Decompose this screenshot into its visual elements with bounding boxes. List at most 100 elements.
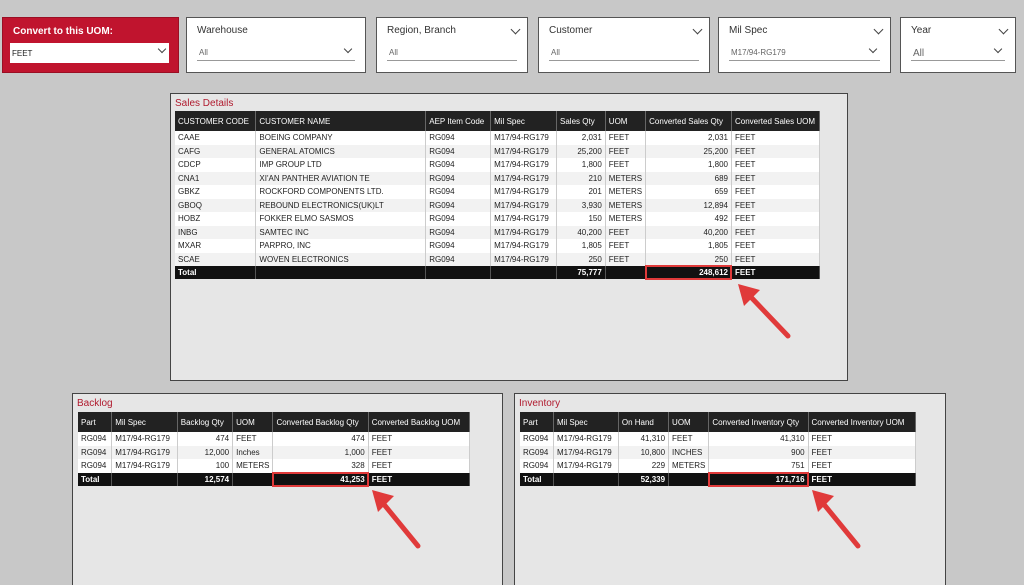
column-header[interactable]: Converted Sales Qty <box>645 111 732 131</box>
inventory-panel: Inventory Part Mil Spec On Hand UOM Conv… <box>514 393 946 585</box>
table-cell: 150 <box>556 212 606 226</box>
backlog-title: Backlog <box>77 398 113 409</box>
total-on-hand: 52,339 <box>618 472 670 486</box>
table-row[interactable]: RG094 M17/94-RG179 100 METERS 328 FEET <box>78 459 471 473</box>
table-row[interactable]: INBG SAMTEC INC RG094 M17/94-RG179 40,200 FEE… <box>175 225 821 239</box>
milspec-dropdown[interactable]: M17/94-RG179 <box>729 43 880 61</box>
table-cell: 328 <box>272 459 369 473</box>
chevron-down-icon[interactable] <box>510 24 521 35</box>
table-cell: BOEING COMPANY <box>255 131 427 145</box>
table-cell: 1,000 <box>272 445 369 459</box>
table-cell: IMP GROUP LTD <box>255 158 427 172</box>
table-cell: M17/94-RG179 <box>111 459 178 473</box>
column-header[interactable]: Converted Backlog Qty <box>272 412 369 432</box>
table-cell: M17/94-RG179 <box>553 445 619 459</box>
customer-dropdown[interactable]: All <box>549 43 699 61</box>
uom-dropdown[interactable]: FEET <box>10 43 169 63</box>
column-header[interactable]: On Hand <box>618 412 670 432</box>
table-cell: CAAE <box>175 131 257 145</box>
table-cell: HOBZ <box>175 212 257 226</box>
table-header-row: Part Mil Spec Backlog Qty UOM Converted … <box>78 412 471 432</box>
chevron-down-icon <box>157 44 167 54</box>
table-row[interactable]: GBOQ REBOUND ELECTRONICS(UK)LT RG094 M17/94… <box>175 198 821 212</box>
column-header[interactable]: Part <box>520 412 554 432</box>
column-header[interactable]: Part <box>78 412 113 432</box>
backlog-panel: Backlog Part Mil Spec Backlog Qty UOM Co… <box>72 393 503 585</box>
table-cell: GBKZ <box>175 185 257 199</box>
table-row[interactable]: RG094 M17/94-RG179 10,800 INCHES 900 FEET <box>520 445 917 459</box>
region-slicer-title: Region, Branch <box>387 25 456 36</box>
table-cell: RG094 <box>425 212 492 226</box>
table-cell: FEET <box>808 459 917 473</box>
column-header[interactable]: Converted Inventory UOM <box>808 412 917 432</box>
column-header[interactable]: Converted Inventory Qty <box>708 412 809 432</box>
region-slicer: Region, Branch All <box>376 17 528 73</box>
table-cell: M17/94-RG179 <box>490 225 558 239</box>
table-row[interactable]: RG094 M17/94-RG179 229 METERS 751 FEET <box>520 459 917 473</box>
table-cell: 40,200 <box>645 225 732 239</box>
table-cell: FEET <box>731 225 821 239</box>
table-cell: 1,800 <box>645 158 732 172</box>
table-row[interactable]: SCAE WOVEN ELECTRONICS RG094 M17/94-RG179 25… <box>175 252 821 266</box>
column-header[interactable]: Mil Spec <box>490 111 558 131</box>
column-header[interactable]: UOM <box>668 412 710 432</box>
table-cell: RG094 <box>78 445 113 459</box>
table-cell: M17/94-RG179 <box>490 185 558 199</box>
table-row[interactable]: CDCP IMP GROUP LTD RG094 M17/94-RG179 1,800 F… <box>175 158 821 172</box>
table-row[interactable]: CNA1 XI'AN PANTHER AVIATION TE RG094 M17/94… <box>175 171 821 185</box>
table-cell: FEET <box>605 144 647 158</box>
table-cell: WOVEN ELECTRONICS <box>255 252 427 266</box>
table-cell: M17/94-RG179 <box>553 459 619 473</box>
table-cell: FEET <box>731 144 821 158</box>
total-label: Total <box>78 472 113 486</box>
table-cell: 201 <box>556 185 606 199</box>
column-header[interactable]: Sales Qty <box>556 111 606 131</box>
sales-details-table: CUSTOMER CODE CUSTOMER NAME AEP Item Cod… <box>175 111 821 280</box>
total-converted-backlog-qty: 41,253 <box>271 471 370 487</box>
table-row[interactable]: CAFG GENERAL ATOMICS RG094 M17/94-RG179 25,2… <box>175 144 821 158</box>
chevron-down-icon[interactable] <box>873 24 884 35</box>
table-cell: FEET <box>605 252 647 266</box>
chevron-down-icon[interactable] <box>692 24 703 35</box>
column-header[interactable]: Converted Backlog UOM <box>368 412 471 432</box>
column-header[interactable]: Converted Sales UOM <box>731 111 821 131</box>
table-cell: FEET <box>808 432 917 446</box>
column-header[interactable]: CUSTOMER CODE <box>175 111 257 131</box>
table-row[interactable]: RG094 M17/94-RG179 41,310 FEET 41,310 FEET <box>520 432 917 446</box>
total-converted-inventory-qty: 171,716 <box>707 471 810 487</box>
column-header[interactable]: CUSTOMER NAME <box>255 111 427 131</box>
column-header[interactable]: Mil Spec <box>553 412 619 432</box>
table-cell: ROCKFORD COMPONENTS LTD. <box>255 185 427 199</box>
table-cell: XI'AN PANTHER AVIATION TE <box>255 171 427 185</box>
column-header[interactable]: Mil Spec <box>111 412 178 432</box>
table-row[interactable]: RG094 M17/94-RG179 12,000 Inches 1,000 FEET <box>78 445 471 459</box>
column-header[interactable]: UOM <box>232 412 274 432</box>
table-row[interactable]: MXAR PARPRO, INC RG094 M17/94-RG179 1,805 FEE… <box>175 239 821 253</box>
year-dropdown[interactable]: All <box>911 43 1005 61</box>
total-cell <box>605 266 647 279</box>
year-slicer-title: Year <box>911 25 932 36</box>
table-cell: 659 <box>645 185 732 199</box>
table-row[interactable]: CAAE BOEING COMPANY RG094 M17/94-RG179 2,031… <box>175 131 821 145</box>
total-cell <box>111 472 178 486</box>
table-cell: CNA1 <box>175 171 257 185</box>
customer-dropdown-value: All <box>551 48 560 57</box>
table-cell: REBOUND ELECTRONICS(UK)LT <box>255 198 427 212</box>
milspec-slicer-title: Mil Spec <box>729 25 768 36</box>
column-header[interactable]: UOM <box>605 111 647 131</box>
table-cell: 12,000 <box>177 445 234 459</box>
table-cell: 3,930 <box>556 198 606 212</box>
table-cell: M17/94-RG179 <box>490 144 558 158</box>
table-cell: RG094 <box>425 225 492 239</box>
region-dropdown[interactable]: All <box>387 43 517 61</box>
column-header[interactable]: AEP Item Code <box>425 111 492 131</box>
table-row[interactable]: HOBZ FOKKER ELMO SASMOS RG094 M17/94-RG179 1… <box>175 212 821 226</box>
table-row[interactable]: RG094 M17/94-RG179 474 FEET 474 FEET <box>78 432 471 446</box>
table-cell: INBG <box>175 225 257 239</box>
table-row[interactable]: GBKZ ROCKFORD COMPONENTS LTD. RG094 M17/94-… <box>175 185 821 199</box>
warehouse-dropdown[interactable]: All <box>197 43 355 61</box>
inventory-title: Inventory <box>519 398 561 409</box>
column-header[interactable]: Backlog Qty <box>177 412 234 432</box>
table-cell: FEET <box>731 198 821 212</box>
chevron-down-icon[interactable] <box>998 24 1009 35</box>
